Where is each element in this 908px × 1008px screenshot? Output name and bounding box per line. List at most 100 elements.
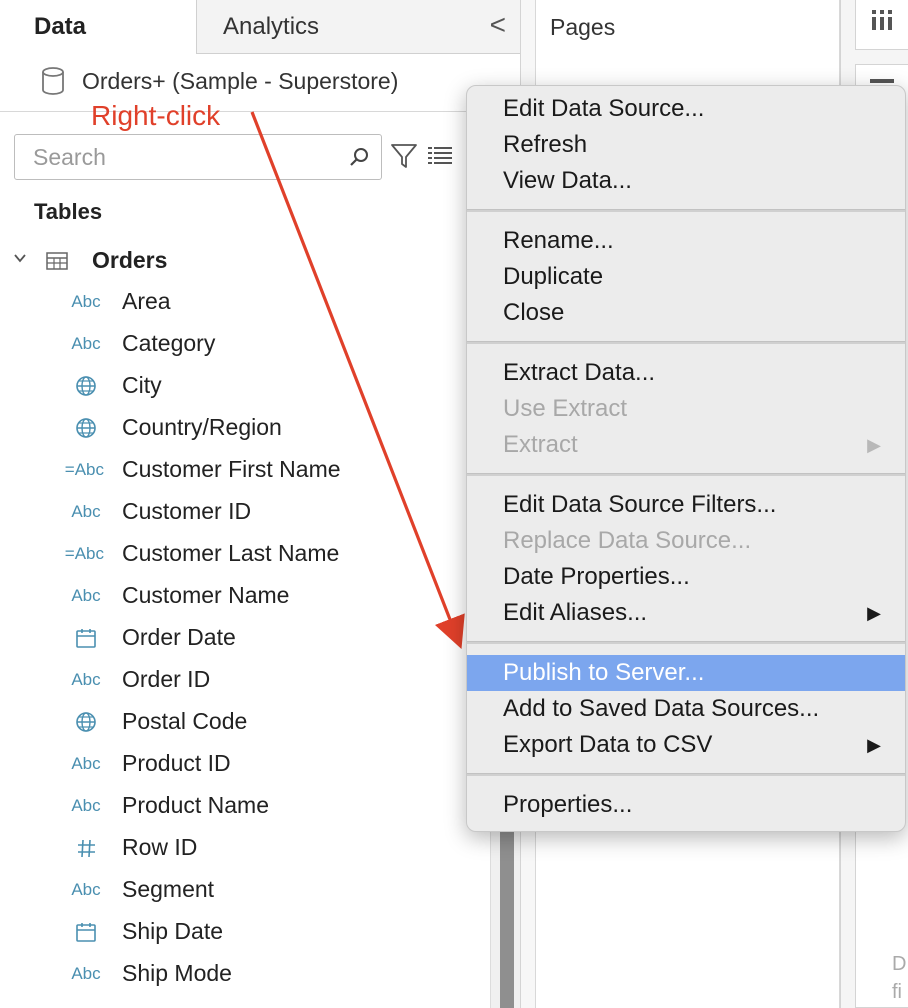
list-view-icon[interactable]	[428, 146, 456, 171]
menu-item-label: Refresh	[503, 131, 588, 158]
field-row[interactable]: Abc Customer Name	[0, 576, 460, 616]
search-icon[interactable]	[347, 145, 371, 174]
menu-separator	[467, 641, 905, 644]
field-row[interactable]: Order Date	[0, 618, 460, 658]
menu-item-edit-aliases[interactable]: Edit Aliases... ▶	[467, 595, 905, 631]
field-row[interactable]: Abc Area	[0, 282, 460, 322]
cylinder-database-icon	[40, 66, 66, 101]
menu-item-edit-data-source-filters[interactable]: Edit Data Source Filters...	[467, 487, 905, 523]
field-row[interactable]: =Abc Customer Last Name	[0, 534, 460, 574]
field-name: Country/Region	[122, 414, 282, 440]
search-box[interactable]	[14, 134, 382, 180]
columns-icon	[870, 8, 894, 37]
field-name: Order ID	[122, 666, 211, 692]
field-row[interactable]: Abc Product Name	[0, 786, 460, 826]
globe-icon	[64, 374, 108, 398]
menu-item-refresh[interactable]: Refresh	[467, 127, 905, 163]
menu-item-export-data-to-csv[interactable]: Export Data to CSV ▶	[467, 727, 905, 763]
data-source-row[interactable]: Orders+ (Sample - Superstore)	[0, 54, 520, 112]
menu-item-duplicate[interactable]: Duplicate	[467, 259, 905, 295]
field-row[interactable]: Abc Customer ID	[0, 492, 460, 532]
field-row[interactable]: Ship Date	[0, 912, 460, 952]
right-click-annotation: Right-click	[91, 100, 221, 131]
field-row[interactable]: Abc Order ID	[0, 660, 460, 700]
menu-item-rename[interactable]: Rename...	[467, 223, 905, 259]
field-row[interactable]: =Abc Customer First Name	[0, 450, 460, 490]
menu-item-label: Replace Data Source...	[503, 527, 752, 554]
menu-item-date-properties[interactable]: Date Properties...	[467, 559, 905, 595]
field-row[interactable]: Abc Category	[0, 324, 460, 364]
field-row[interactable]: City	[0, 366, 460, 406]
field-name: Customer Last Name	[122, 540, 340, 566]
calendar-icon	[64, 626, 108, 650]
filter-icon[interactable]	[390, 142, 418, 175]
data-pane: Data Analytics < Orders+ (Sample - Super…	[0, 0, 520, 1008]
field-name: Customer Name	[122, 582, 290, 608]
menu-item-label: Extract Data...	[503, 359, 656, 386]
field-row[interactable]: Abc Product ID	[0, 744, 460, 784]
field-name: Area	[122, 288, 171, 314]
field-row[interactable]: Postal Code	[0, 702, 460, 742]
field-row[interactable]: Abc Segment	[0, 870, 460, 910]
menu-item-use-extract: Use Extract	[467, 391, 905, 427]
menu-item-publish-to-server[interactable]: Publish to Server...	[467, 655, 905, 691]
tab-data[interactable]: Data	[0, 0, 196, 54]
table-orders-row[interactable]: Orders	[0, 244, 460, 278]
menu-item-label: Publish to Server...	[503, 659, 705, 686]
menu-item-label: Export Data to CSV	[503, 731, 713, 758]
scrollbar-track[interactable]	[490, 830, 520, 1008]
field-name: Postal Code	[122, 708, 248, 734]
drop-field-hint: D fi	[892, 953, 907, 1003]
collapse-pane-chevron-icon[interactable]: <	[490, 9, 506, 41]
menu-separator	[467, 773, 905, 776]
menu-item-label: Edit Aliases...	[503, 599, 648, 626]
menu-item-label: View Data...	[503, 167, 632, 194]
submenu-arrow-icon: ▶	[867, 735, 881, 755]
string-type-icon: Abc	[71, 502, 101, 521]
menu-item-label: Properties...	[503, 791, 633, 818]
field-name: Ship Date	[122, 918, 224, 944]
number-type-icon	[64, 836, 108, 860]
field-name: Category	[122, 330, 216, 356]
menu-item-label: Edit Data Source Filters...	[503, 491, 777, 518]
tab-analytics[interactable]: Analytics <	[196, 0, 520, 54]
columns-shelf[interactable]	[855, 0, 908, 50]
menu-item-add-to-saved-data-sources[interactable]: Add to Saved Data Sources...	[467, 691, 905, 727]
submenu-arrow-icon: ▶	[867, 603, 881, 623]
menu-item-label: Date Properties...	[503, 563, 690, 590]
string-type-icon: Abc	[71, 754, 101, 773]
chevron-down-icon[interactable]	[12, 250, 28, 271]
field-row[interactable]: Abc Ship Mode	[0, 954, 460, 994]
tables-heading: Tables	[34, 199, 103, 224]
field-name: Product ID	[122, 750, 231, 776]
calendar-icon	[64, 920, 108, 944]
menu-separator	[467, 473, 905, 476]
menu-item-view-data[interactable]: View Data...	[467, 163, 905, 199]
search-input[interactable]	[15, 135, 335, 179]
field-row[interactable]: Row ID	[0, 828, 460, 868]
menu-item-properties[interactable]: Properties...	[467, 787, 905, 823]
menu-item-extract-data[interactable]: Extract Data...	[467, 355, 905, 391]
calculated-string-type-icon: =Abc	[64, 544, 104, 563]
globe-icon	[64, 710, 108, 734]
field-name: Customer First Name	[122, 456, 341, 482]
field-row[interactable]: Country/Region	[0, 408, 460, 448]
menu-separator	[467, 341, 905, 344]
data-source-name[interactable]: Orders+ (Sample - Superstore)	[82, 68, 398, 95]
table-name: Orders	[92, 247, 168, 273]
calculated-string-type-icon: =Abc	[64, 460, 104, 479]
field-name: Order Date	[122, 624, 236, 650]
string-type-icon: Abc	[71, 880, 101, 899]
menu-item-label: Edit Data Source...	[503, 95, 705, 122]
string-type-icon: Abc	[71, 796, 101, 815]
string-type-icon: Abc	[71, 670, 101, 689]
table-icon	[46, 252, 68, 275]
data-source-context-menu: Edit Data Source... Refresh View Data... Re…	[466, 85, 906, 832]
menu-item-label: Close	[503, 299, 565, 326]
field-name: City	[122, 372, 162, 398]
pages-shelf-label: Pages	[550, 14, 616, 40]
scrollbar-thumb[interactable]	[500, 830, 514, 1008]
menu-item-edit-data-source[interactable]: Edit Data Source...	[467, 91, 905, 127]
menu-item-label: Rename...	[503, 227, 614, 254]
menu-item-close[interactable]: Close	[467, 295, 905, 331]
